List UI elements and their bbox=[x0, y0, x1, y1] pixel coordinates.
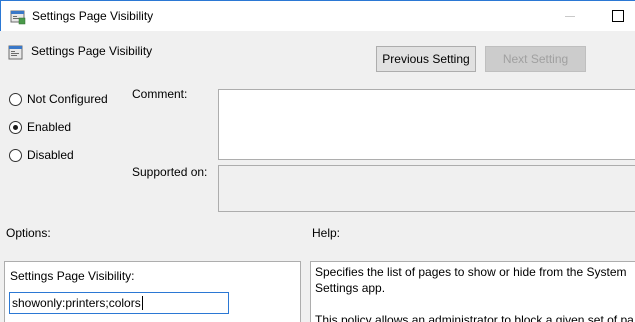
minimize-button[interactable] bbox=[560, 6, 580, 26]
comment-label: Comment: bbox=[132, 87, 188, 101]
text-caret bbox=[141, 296, 143, 310]
input-value: showonly:printers;colors bbox=[12, 296, 141, 310]
next-setting-button[interactable]: Next Setting bbox=[485, 46, 586, 72]
help-panel[interactable]: Specifies the list of pages to show or h… bbox=[310, 261, 635, 322]
help-text: Specifies the list of pages to show or h… bbox=[315, 264, 635, 322]
policy-settings-icon bbox=[10, 10, 26, 25]
previous-setting-button[interactable]: Previous Setting bbox=[376, 46, 476, 72]
radio-label: Not Configured bbox=[27, 92, 108, 106]
radio-not-configured[interactable]: Not Configured bbox=[9, 91, 108, 107]
options-section-label: Options: bbox=[6, 226, 51, 240]
radio-enabled[interactable]: Enabled bbox=[9, 119, 71, 135]
radio-button[interactable] bbox=[9, 92, 22, 106]
radio-label: Enabled bbox=[27, 120, 72, 134]
radio-button[interactable] bbox=[9, 120, 22, 134]
radio-disabled[interactable]: Disabled bbox=[9, 147, 74, 163]
help-section-label: Help: bbox=[312, 226, 341, 240]
help-paragraph-2: This policy allows an administrator to b… bbox=[315, 313, 634, 322]
supported-on-label: Supported on: bbox=[132, 165, 208, 179]
comment-textarea[interactable] bbox=[218, 89, 635, 160]
settings-page-visibility-input[interactable]: showonly:printers;colors bbox=[9, 292, 229, 314]
policy-title: Settings Page Visibility bbox=[31, 44, 153, 58]
help-paragraph-1: Specifies the list of pages to show or h… bbox=[315, 265, 630, 295]
options-field-label: Settings Page Visibility: bbox=[10, 269, 135, 283]
radio-button[interactable] bbox=[9, 148, 22, 162]
radio-label: Disabled bbox=[27, 148, 74, 162]
options-panel: Settings Page Visibility: showonly:print… bbox=[4, 261, 301, 322]
window-title: Settings Page Visibility bbox=[32, 9, 154, 23]
title-bar: Settings Page Visibility bbox=[0, 0, 635, 31]
supported-on-field bbox=[218, 165, 635, 212]
policy-settings-icon bbox=[8, 45, 23, 60]
maximize-button[interactable] bbox=[607, 6, 627, 26]
